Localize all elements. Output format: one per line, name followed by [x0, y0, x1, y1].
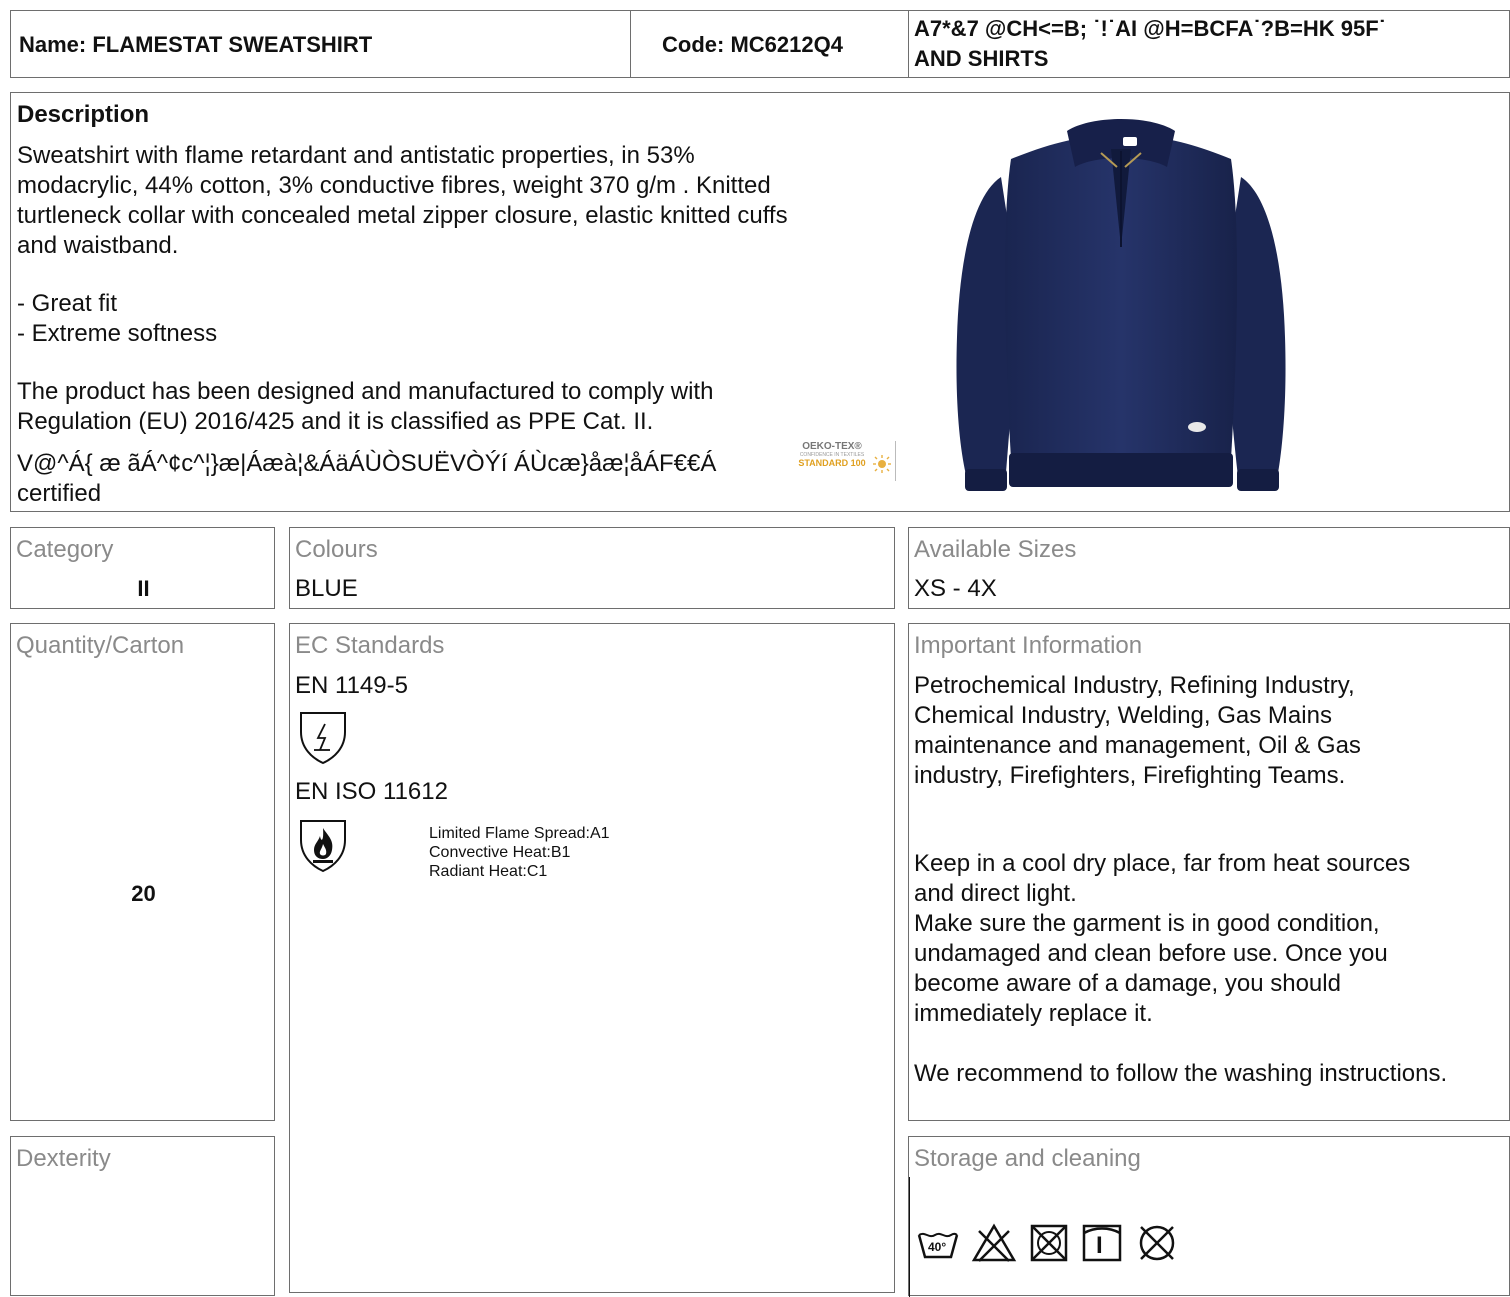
- product-image: [941, 107, 1301, 499]
- industries-line: Chemical Industry, Welding, Gas Mains: [914, 702, 1332, 729]
- flame-shield-icon: [298, 818, 348, 874]
- no-bleach-icon: [971, 1223, 1017, 1263]
- industries-line: Petrochemical Industry, Refining Industr…: [914, 672, 1355, 699]
- storage-cleaning-cell: Storage and cleaning 40° I: [908, 1136, 1510, 1297]
- description-line: modacrylic, 44% cotton, 3% conductive fi…: [17, 172, 771, 199]
- care-line: and direct light.: [914, 880, 1077, 907]
- quantity-label: Quantity/Carton: [16, 632, 185, 659]
- no-dry-clean-icon: [1135, 1223, 1179, 1263]
- ec-standards-label: EC Standards: [295, 632, 445, 659]
- colours-value: BLUE: [295, 575, 358, 602]
- important-info-label: Important Information: [914, 632, 1143, 659]
- sizes-value: XS - 4X: [914, 575, 997, 602]
- colours-cell: Colours BLUE: [289, 527, 895, 609]
- regulation-line: Regulation (EU) 2016/425 and it is class…: [17, 408, 654, 435]
- standard-detail: Convective Heat:B1: [429, 844, 571, 861]
- care-line: immediately replace it.: [914, 1000, 1153, 1027]
- important-info-cell: Important Information Petrochemical Indu…: [908, 623, 1510, 1121]
- feature-item: - Great fit: [17, 290, 118, 317]
- description-line: and waistband.: [17, 232, 179, 259]
- description-heading: Description: [17, 101, 150, 128]
- feature-list: - Great fit - Extreme softness: [17, 289, 217, 349]
- description-line: Sweatshirt with flame retardant and anti…: [17, 142, 695, 169]
- line-dry-mark: I: [1096, 1232, 1103, 1259]
- product-family-line1: A7*&7 @CH<=B; ˙!˙AI @H=BCFA˙?B=HK 95F˙: [914, 16, 1386, 41]
- oeko-garbled-text: V@^Á{ æ ãÁ^¢c^¦}æ|Áæà¦&ÁäÁÙÒSUËVÒÝí ÁÙcæ…: [17, 450, 717, 477]
- product-name: Name: FLAMESTAT SWEATSHIRT: [19, 32, 373, 57]
- description-section: Description Sweatshirt with flame retard…: [10, 92, 1510, 512]
- header-code-cell: Code: MC6212Q4: [630, 10, 909, 78]
- sizes-label: Available Sizes: [914, 536, 1077, 563]
- industries-line: industry, Firefighters, Firefighting Tea…: [914, 762, 1346, 789]
- recommend-text: We recommend to follow the washing instr…: [914, 1060, 1448, 1087]
- quantity-cell: Quantity/Carton 20: [10, 623, 275, 1121]
- care-line: undamaged and clean before use. Once you: [914, 940, 1388, 967]
- care-line: become aware of a damage, you should: [914, 970, 1341, 997]
- wash-temp: 40°: [928, 1240, 947, 1254]
- standard-detail: Radiant Heat:C1: [429, 863, 548, 880]
- product-family-line2: AND SHIRTS: [914, 46, 1049, 71]
- sun-icon: [873, 455, 891, 473]
- quantity-value: 20: [131, 881, 156, 906]
- standard-code: EN ISO 11612: [295, 778, 448, 805]
- oeko-tex-logo-standard: STANDARD 100: [798, 458, 866, 468]
- category-label: Category: [16, 536, 114, 563]
- no-tumble-dry-icon: [1029, 1223, 1069, 1263]
- care-line: Keep in a cool dry place, far from heat …: [914, 850, 1411, 877]
- category-cell: Category II: [10, 527, 275, 609]
- description-body: Sweatshirt with flame retardant and anti…: [17, 141, 917, 261]
- care-line: Make sure the garment is in good conditi…: [914, 910, 1380, 937]
- certified-text: certified: [17, 480, 102, 507]
- standard-code: EN 1149-5: [295, 672, 408, 699]
- industries-text: Petrochemical Industry, Refining Industr…: [914, 671, 1504, 791]
- standard-details: Limited Flame Spread:A1 Convective Heat:…: [429, 824, 610, 881]
- oeko-tex-logo: OEKO-TEX® CONFIDENCE IN TEXTILES STANDAR…: [787, 441, 896, 481]
- dexterity-label: Dexterity: [16, 1145, 111, 1172]
- industries-line: maintenance and management, Oil & Gas: [914, 732, 1361, 759]
- ec-standards-cell: EC Standards EN 1149-5 EN ISO 11612 Limi…: [289, 623, 895, 1293]
- storage-divider: [909, 1177, 910, 1297]
- header-family-cell: A7*&7 @CH<=B; ˙!˙AI @H=BCFA˙?B=HK 95F˙ A…: [908, 10, 1510, 78]
- oeko-tex-logo-title: OEKO-TEX®: [802, 441, 862, 452]
- line-dry-icon: I: [1081, 1223, 1123, 1263]
- dexterity-cell: Dexterity: [10, 1136, 275, 1296]
- care-text: Keep in a cool dry place, far from heat …: [914, 849, 1504, 1029]
- storage-cleaning-label: Storage and cleaning: [914, 1145, 1141, 1172]
- product-code: Code: MC6212Q4: [662, 32, 843, 57]
- description-line: turtleneck collar with concealed metal z…: [17, 202, 788, 229]
- header-name-cell: Name: FLAMESTAT SWEATSHIRT: [10, 10, 631, 78]
- regulation-text: The product has been designed and manufa…: [17, 377, 713, 437]
- care-icons: 40° I: [917, 1223, 1179, 1263]
- colours-label: Colours: [295, 536, 378, 563]
- antistatic-shield-icon: [298, 710, 348, 766]
- category-value: II: [137, 576, 150, 601]
- wash-40-icon: 40°: [917, 1227, 959, 1263]
- feature-item: - Extreme softness: [17, 320, 218, 347]
- standard-detail: Limited Flame Spread:A1: [429, 825, 610, 842]
- regulation-line: The product has been designed and manufa…: [17, 378, 714, 405]
- sizes-cell: Available Sizes XS - 4X: [908, 527, 1510, 609]
